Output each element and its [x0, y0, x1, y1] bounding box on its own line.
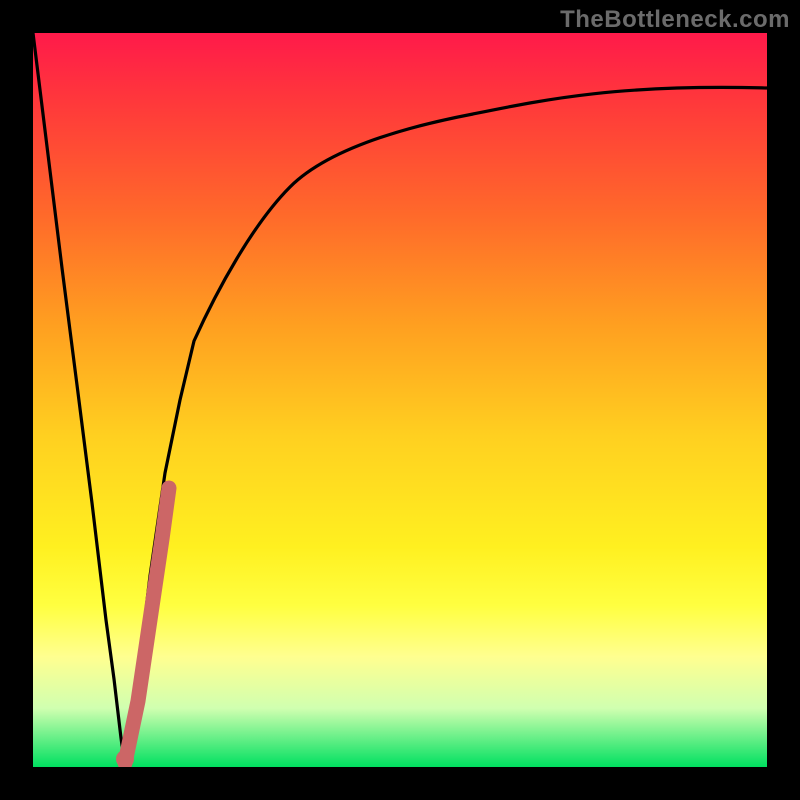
highlight-segment [125, 488, 169, 763]
chart-svg [33, 33, 767, 767]
watermark-text: TheBottleneck.com [560, 6, 790, 34]
plot-area [33, 33, 767, 767]
chart-container: TheBottleneck.com [0, 0, 800, 800]
